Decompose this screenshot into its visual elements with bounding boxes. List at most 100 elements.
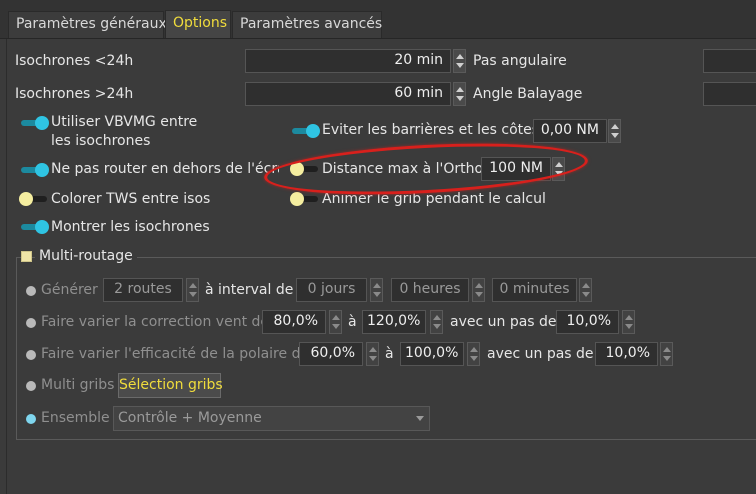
efficacite-a-label: à [385,346,394,362]
correction-a-label: à [348,314,357,330]
distance-ortho-field[interactable]: 100 NM [481,157,551,181]
generer-routes-field[interactable]: 2 routes [103,278,183,302]
generer-routes-spinner[interactable] [186,278,199,302]
toggle-knob [290,192,304,206]
spin-up-icon [189,283,197,288]
correction-pas-spinner[interactable] [622,310,635,334]
tab-parametres-avances[interactable]: Paramètres avancés [232,11,382,38]
correction-to-spinner[interactable] [430,310,443,334]
ensemble-select[interactable]: Contrôle + Moyenne [113,406,430,431]
toggle-knob [35,116,49,130]
pas-angulaire-field[interactable] [703,49,756,73]
colorer-tws-toggle[interactable] [19,192,49,206]
spin-down-icon [475,292,483,297]
spin-up-icon [475,283,483,288]
vbvmg-label-line1: Utiliser VBVMG entre [51,114,198,130]
montrer-isochrones-toggle[interactable] [19,220,49,234]
spin-up-icon [625,315,633,320]
spin-down-icon [189,292,197,297]
spin-down-icon [611,133,619,138]
distance-ortho-spinner[interactable] [552,157,565,181]
spin-up-icon [582,283,590,288]
isochrones-lt24-spinner[interactable] [453,49,466,73]
isochrones-lt24-label: Isochrones <24h [15,53,134,69]
angle-balayage-label: Angle Balayage [473,86,583,102]
chevron-down-icon [416,416,424,421]
correction-label: Faire varier la correction vent de [41,314,270,330]
generer-label: Générer [41,282,98,298]
spin-down-icon [456,63,464,68]
distance-ortho-label: Distance max à l'Ortho [322,161,484,177]
vbvmg-toggle[interactable] [19,116,49,130]
ne-pas-router-label: Ne pas router en dehors de l'écran [51,161,279,177]
isochrones-gt24-spinner[interactable] [453,82,466,106]
eviter-barrieres-label: Eviter les barrières et les côtes [322,122,540,138]
heures-spinner[interactable] [472,278,485,302]
toggle-knob [35,220,49,234]
multi-gribs-radio[interactable] [26,381,36,391]
interval-label: à interval de [205,282,294,298]
spin-up-icon [332,315,340,320]
tab-parametres-generaux[interactable]: Paramètres généraux [8,11,167,38]
correction-radio[interactable] [26,318,36,328]
selection-gribs-button[interactable]: Sélection gribs [118,373,223,398]
eviter-barrieres-spinner[interactable] [608,119,621,143]
efficacite-pas-field[interactable]: 10,0% [595,342,658,366]
isochrones-lt24-field[interactable]: 20 min [245,49,451,73]
toggle-knob [35,163,49,177]
correction-to-field[interactable]: 120,0% [362,310,426,334]
multi-routage-title: Multi-routage [35,248,137,264]
efficacite-pas-spinner[interactable] [660,342,673,366]
correction-from-spinner[interactable] [329,310,342,334]
spin-up-icon [369,347,377,352]
eviter-barrieres-toggle[interactable] [290,124,320,138]
animer-grib-label: Animer le grib pendant le calcul [322,191,546,207]
multi-gribs-label: Multi gribs [41,377,115,393]
spin-up-icon [456,87,464,92]
spin-down-icon [433,324,441,329]
toggle-knob [306,124,320,138]
tab-options[interactable]: Options [165,10,231,39]
isochrones-gt24-label: Isochrones >24h [15,86,134,102]
minutes-spinner[interactable] [579,278,592,302]
spin-down-icon [582,292,590,297]
correction-pas-field[interactable]: 10,0% [556,310,619,334]
spin-down-icon [332,324,340,329]
colorer-tws-label: Colorer TWS entre isos [51,191,211,207]
spin-up-icon [470,347,478,352]
generer-radio[interactable] [26,286,36,296]
animer-grib-toggle[interactable] [290,192,320,206]
eviter-barrieres-field[interactable]: 0,00 NM [533,119,607,143]
spin-down-icon [470,356,478,361]
heures-field[interactable]: 0 heures [391,278,469,302]
isochrones-gt24-field[interactable]: 60 min [245,82,451,106]
jours-spinner[interactable] [370,278,383,302]
efficacite-radio[interactable] [26,350,36,360]
montrer-isochrones-label: Montrer les isochrones [51,219,210,235]
ne-pas-router-toggle[interactable] [19,163,49,177]
jours-field[interactable]: 0 jours [296,278,367,302]
spin-up-icon [611,124,619,129]
correction-from-field[interactable]: 80,0% [262,310,326,334]
angle-balayage-field[interactable] [703,82,756,106]
pas-angulaire-label: Pas angulaire [473,53,567,69]
spin-down-icon [555,171,563,176]
ensemble-radio[interactable] [26,414,36,424]
efficacite-from-spinner[interactable] [366,342,379,366]
distance-ortho-toggle[interactable] [290,162,320,176]
spin-down-icon [663,356,671,361]
spin-down-icon [625,324,633,329]
ensemble-label: Ensemble [41,410,110,426]
efficacite-label: Faire varier l'efficacité de la polaire … [41,346,310,362]
spin-up-icon [663,347,671,352]
minutes-field[interactable]: 0 minutes [492,278,577,302]
toggle-knob [19,192,33,206]
spin-up-icon [456,54,464,59]
efficacite-to-spinner[interactable] [467,342,480,366]
spin-down-icon [369,356,377,361]
spin-up-icon [433,315,441,320]
spin-up-icon [373,283,381,288]
multi-routage-checkbox[interactable] [21,251,32,262]
efficacite-to-field[interactable]: 100,0% [400,342,464,366]
efficacite-from-field[interactable]: 60,0% [299,342,363,366]
